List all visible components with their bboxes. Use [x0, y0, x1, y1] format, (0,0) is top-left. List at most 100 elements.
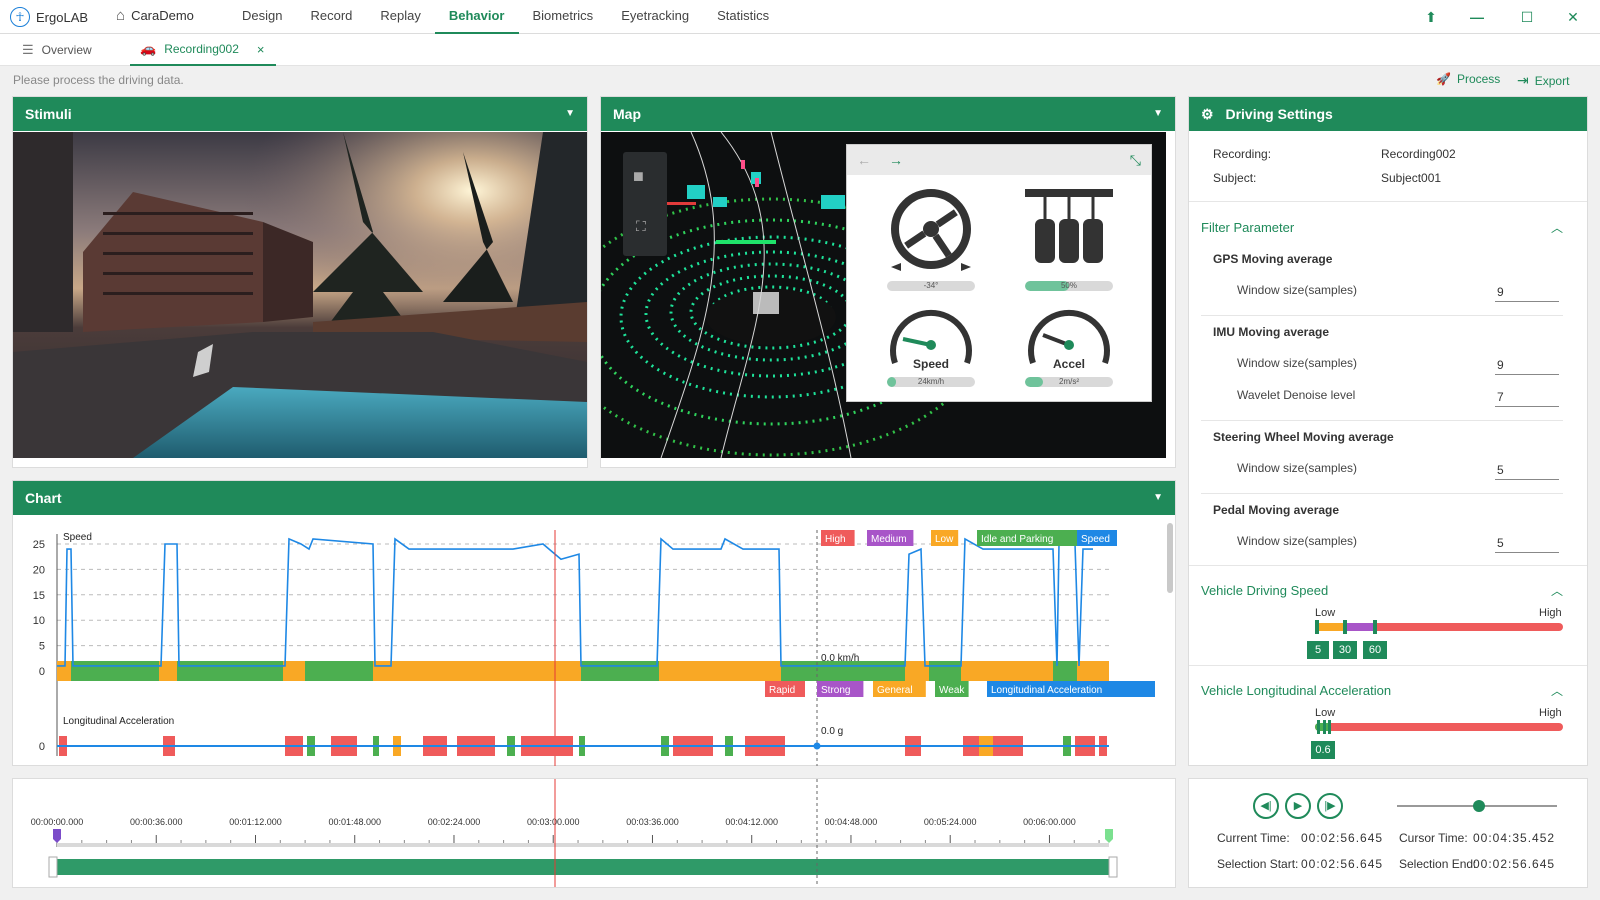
- speed-bar: 24km/h: [887, 377, 975, 387]
- timeline-ruler[interactable]: 00:00:00.000 00:00:36.000 00:01:12.000 00:0…: [13, 779, 1175, 887]
- chevron-up-icon[interactable]: ︿: [1551, 582, 1563, 599]
- map-title: Map: [613, 106, 641, 122]
- timeline-start-marker: [53, 829, 61, 843]
- chevron-up-icon[interactable]: ︿: [1551, 219, 1563, 236]
- behavior-chart[interactable]: 0 5 10 15 20 25 Speed High Medium Low Idle and Par…: [13, 516, 1175, 766]
- imu-wavelet-field[interactable]: 7: [1495, 390, 1559, 407]
- recording-value: Recording002: [1381, 147, 1456, 161]
- steering-window-field[interactable]: 5: [1495, 463, 1559, 480]
- process-label: Process: [1456, 72, 1501, 86]
- back-arrow-icon[interactable]: ←: [857, 152, 871, 168]
- vehicle-dashboard: ← → ⤡ -34° 50% Speed 24km/h Accel 2m/s²: [846, 144, 1152, 402]
- tab-recording[interactable]: 🚗 Recording002 ×: [130, 34, 276, 66]
- settings-header: ⚙ Driving Settings: [1189, 97, 1587, 131]
- nav-record[interactable]: Record: [296, 0, 366, 34]
- chart-scrollbar[interactable]: [1167, 523, 1173, 593]
- speed-range-bar: [1315, 620, 1563, 634]
- pedal-window-field[interactable]: 5: [1495, 536, 1559, 553]
- camera-icon[interactable]: ■: [633, 166, 644, 187]
- process-button[interactable]: 🚀 Process: [1436, 72, 1500, 86]
- speed-high-label: High: [1539, 607, 1562, 619]
- accel-legend-label: Longitudinal Acceleration: [991, 685, 1102, 696]
- chevron-down-icon[interactable]: ▼: [1153, 481, 1163, 515]
- next-icon[interactable]: |▶: [1317, 793, 1343, 819]
- chevron-down-icon[interactable]: ▼: [565, 97, 575, 131]
- gps-window-field[interactable]: 9: [1495, 285, 1559, 302]
- maximize-icon[interactable]: ☐: [1516, 7, 1538, 27]
- chart-panel: Chart ▼ 0 5 10 15 20 25 Speed High Medium Low Idle…: [12, 480, 1176, 766]
- project-name: CaraDemo: [131, 8, 194, 23]
- speed-level-band: [389, 661, 581, 681]
- playback-panel: ◀| ▶ |▶ Current Time: 00:02:56.645 Curso…: [1188, 778, 1588, 888]
- volume-slider[interactable]: [1397, 800, 1557, 812]
- main-nav: Design Record Replay Behavior Biometrics…: [228, 0, 783, 34]
- nav-statistics[interactable]: Statistics: [703, 0, 783, 34]
- imu-window-field[interactable]: 9: [1495, 358, 1559, 375]
- steering-bar: -34°: [887, 281, 975, 291]
- speed-series-line: [57, 537, 1093, 667]
- speed-threshold-high[interactable]: 60: [1363, 641, 1387, 659]
- nav-behavior[interactable]: Behavior: [434, 0, 519, 34]
- settings-title: Driving Settings: [1225, 106, 1333, 122]
- current-time-label: Current Time:: [1217, 831, 1290, 845]
- play-icon[interactable]: ▶: [1285, 793, 1311, 819]
- export-label: Export: [1534, 73, 1570, 88]
- focus-frame-icon[interactable]: ⛶: [636, 218, 646, 235]
- speed-handle[interactable]: [1315, 620, 1319, 634]
- timeline-tick-label: 00:03:36.000: [626, 817, 679, 827]
- chevron-up-icon[interactable]: ︿: [1551, 682, 1563, 699]
- tab-close-icon[interactable]: ×: [257, 42, 265, 57]
- map-3d-view: ■ ⛶ ← → ⤡ -34° 50% Speed 24km/h Accel 2m…: [601, 132, 1166, 458]
- project-selector[interactable]: ⌂ CaraDemo: [116, 7, 194, 24]
- divider: [1201, 493, 1563, 494]
- speed-threshold-low[interactable]: 5: [1307, 641, 1329, 659]
- nav-eyetracking[interactable]: Eyetracking: [607, 0, 703, 34]
- speed-legend-label: Medium: [871, 534, 907, 545]
- accel-handle[interactable]: [1317, 720, 1320, 734]
- accel-handle[interactable]: [1323, 720, 1326, 734]
- speed-threshold-mid[interactable]: 30: [1333, 641, 1357, 659]
- speed-level-band: [659, 661, 781, 681]
- volume-handle[interactable]: [1473, 800, 1485, 812]
- chevron-down-icon[interactable]: ▼: [1153, 97, 1163, 131]
- current-time-value: 00:02:56.645: [1301, 831, 1384, 845]
- app-name: ErgoLAB: [36, 9, 89, 25]
- tab-overview[interactable]: ☰ Overview: [12, 34, 102, 66]
- accel-threshold[interactable]: 0.6: [1311, 741, 1335, 759]
- nav-design[interactable]: Design: [228, 0, 296, 34]
- pin-top-icon[interactable]: ⬆: [1420, 7, 1442, 27]
- timeline-track: [57, 843, 1109, 847]
- nav-replay[interactable]: Replay: [366, 0, 434, 34]
- collapse-icon[interactable]: ⤡: [1130, 152, 1141, 169]
- forward-arrow-icon[interactable]: →: [889, 152, 903, 168]
- imu-wavelet-label: Wavelet Denoise level: [1237, 388, 1356, 402]
- speed-handle[interactable]: [1373, 620, 1377, 634]
- speed-handle[interactable]: [1343, 620, 1347, 634]
- previous-icon[interactable]: ◀|: [1253, 793, 1279, 819]
- stimuli-title: Stimuli: [25, 106, 72, 122]
- nav-biometrics[interactable]: Biometrics: [519, 0, 608, 34]
- accel-handle[interactable]: [1328, 720, 1331, 734]
- divider: [1189, 665, 1587, 666]
- accel-bar: 2m/s²: [1025, 377, 1113, 387]
- gps-title: GPS Moving average: [1213, 252, 1333, 266]
- speed-level-band: [177, 661, 283, 681]
- selection-start-label: Selection Start:: [1217, 857, 1299, 871]
- minimize-icon[interactable]: —: [1466, 7, 1488, 27]
- speed-level-band: [71, 661, 159, 681]
- export-icon: ⇥: [1517, 72, 1529, 88]
- speed-level-band: [305, 661, 373, 681]
- subject-value: Subject001: [1381, 171, 1442, 185]
- divider: [1201, 315, 1563, 316]
- driving-settings-panel: ⚙ Driving Settings Recording: Recording0…: [1188, 96, 1588, 766]
- timeline-tick-label: 00:01:48.000: [328, 817, 381, 827]
- pedals-icon: [1025, 189, 1113, 263]
- app-brand: ☥ ErgoLAB: [10, 7, 88, 27]
- subject-label: Subject:: [1213, 171, 1257, 185]
- speed-range-low: [1315, 623, 1343, 631]
- y-tick-label: 0: [39, 741, 45, 753]
- timeline-right-handle: [1108, 856, 1118, 878]
- close-window-icon[interactable]: ✕: [1562, 7, 1584, 27]
- accel-fill: [1025, 377, 1043, 387]
- export-button[interactable]: ⇥ Export: [1517, 72, 1569, 89]
